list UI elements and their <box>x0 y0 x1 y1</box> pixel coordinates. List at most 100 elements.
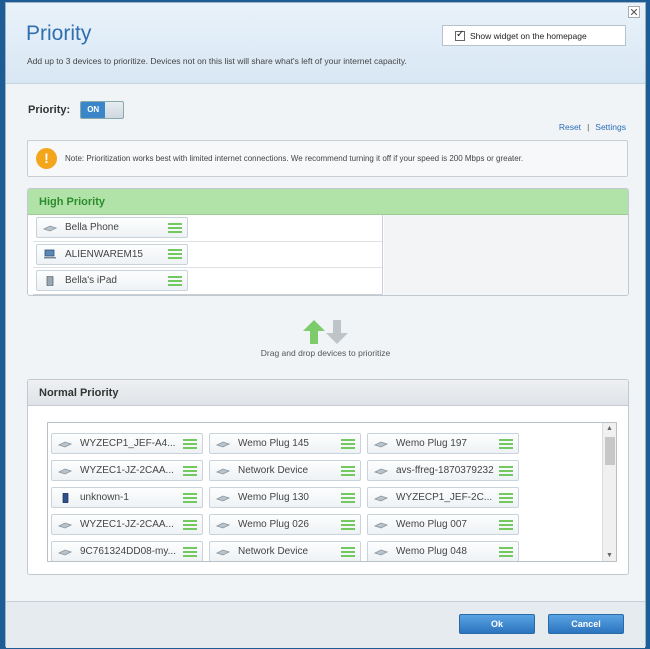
device-name: avs-ffreg-1870379232 <box>396 465 494 476</box>
device-chip[interactable]: Network Device <box>209 541 361 561</box>
normal-priority-title: Normal Priority <box>28 380 628 406</box>
action-links: Reset | Settings <box>559 122 626 132</box>
computer-icon <box>44 249 56 259</box>
dialog-footer: Ok Cancel <box>6 601 645 648</box>
drag-drop-hint: Drag and drop devices to prioritize <box>6 320 645 358</box>
device-icon <box>216 549 230 555</box>
ok-button[interactable]: Ok <box>459 614 535 634</box>
device-name: WYZEC1-JZ-2CAA... <box>80 519 174 530</box>
note-banner: ! Note: Prioritization works best with l… <box>27 140 628 177</box>
device-icon <box>216 441 230 447</box>
device-name: Wemo Plug 026 <box>238 519 309 530</box>
drag-handle-icon[interactable] <box>168 249 182 259</box>
show-widget-option[interactable]: Show widget on the homepage <box>442 25 626 46</box>
show-widget-checkbox[interactable] <box>455 29 465 41</box>
device-chip[interactable]: WYZECP1_JEF-A4... <box>51 433 203 454</box>
drag-handle-icon[interactable] <box>499 546 513 557</box>
arrow-down-icon <box>326 320 348 344</box>
device-chip[interactable]: avs-ffreg-1870379232 <box>367 460 519 481</box>
settings-link[interactable]: Settings <box>595 122 626 132</box>
drag-handle-icon[interactable] <box>341 492 355 503</box>
list-item: Bella's iPad <box>33 268 382 295</box>
drag-handle-icon[interactable] <box>341 519 355 530</box>
drag-handle-icon[interactable] <box>183 492 197 503</box>
scroll-down-icon[interactable]: ▼ <box>606 552 613 559</box>
device-icon <box>374 549 388 555</box>
drag-handle-icon[interactable] <box>183 465 197 476</box>
high-priority-empty-area <box>384 215 628 295</box>
device-chip[interactable]: ALIENWAREM15 <box>36 243 188 265</box>
device-name: WYZECP1_JEF-A4... <box>80 438 176 449</box>
high-priority-panel: High Priority Bella Phone ALIENWAREM15 B… <box>27 188 629 296</box>
device-chip[interactable]: Wemo Plug 145 <box>209 433 361 454</box>
list-scrollbar[interactable]: ▲ ▼ <box>602 423 616 561</box>
device-name: Wemo Plug 007 <box>396 519 467 530</box>
device-chip[interactable]: Wemo Plug 026 <box>209 514 361 535</box>
page-subtitle: Add up to 3 devices to prioritize. Devic… <box>27 56 407 66</box>
drag-handle-icon[interactable] <box>341 465 355 476</box>
normal-priority-panel: Normal Priority ▲ ▼ WYZECP1_JEF-A4... Wem… <box>27 379 629 575</box>
device-chip[interactable]: Wemo Plug 197 <box>367 433 519 454</box>
drag-handle-icon[interactable] <box>183 546 197 557</box>
device-chip[interactable]: unknown-1 <box>51 487 203 508</box>
page-title: Priority <box>26 22 92 45</box>
device-chip[interactable]: Bella Phone <box>36 217 188 238</box>
show-widget-label: Show widget on the homepage <box>470 30 587 41</box>
device-name: Bella Phone <box>65 222 119 233</box>
drag-handle-icon[interactable] <box>499 465 513 476</box>
drag-handle-icon[interactable] <box>499 438 513 449</box>
drag-handle-icon[interactable] <box>341 546 355 557</box>
device-chip[interactable]: Wemo Plug 007 <box>367 514 519 535</box>
device-chip[interactable]: WYZECP1_JEF-2C... <box>367 487 519 508</box>
device-chip[interactable]: 9C761324DD08-my... <box>51 541 203 561</box>
drag-handle-icon[interactable] <box>168 275 182 286</box>
device-name: Bella's iPad <box>65 275 117 286</box>
device-chip[interactable]: WYZEC1-JZ-2CAA... <box>51 460 203 481</box>
drag-handle-icon[interactable] <box>183 519 197 530</box>
device-name: Wemo Plug 048 <box>396 546 467 557</box>
drag-handle-icon[interactable] <box>499 492 513 503</box>
high-priority-list: Bella Phone ALIENWAREM15 Bella's iPad <box>33 215 383 295</box>
close-icon[interactable]: ✕ <box>628 6 640 19</box>
list-item: Bella Phone <box>33 215 382 242</box>
high-priority-body: Bella Phone ALIENWAREM15 Bella's iPad <box>28 215 628 295</box>
tablet-icon <box>46 275 54 286</box>
device-icon <box>58 441 72 447</box>
device-name: WYZECP1_JEF-2C... <box>396 492 493 503</box>
device-name: WYZEC1-JZ-2CAA... <box>80 465 174 476</box>
device-chip[interactable]: Wemo Plug 048 <box>367 541 519 561</box>
cancel-button[interactable]: Cancel <box>548 614 624 634</box>
scroll-up-icon[interactable]: ▲ <box>606 425 613 432</box>
scroll-thumb[interactable] <box>605 437 615 465</box>
device-icon <box>58 468 72 474</box>
device-name: Wemo Plug 197 <box>396 438 467 449</box>
device-icon <box>58 549 72 555</box>
device-name: unknown-1 <box>80 492 129 503</box>
device-icon <box>58 522 72 528</box>
priority-toggle[interactable]: ON <box>80 101 125 119</box>
drag-handle-icon[interactable] <box>183 438 197 449</box>
drag-handle-icon[interactable] <box>341 438 355 449</box>
device-icon <box>216 522 230 528</box>
dialog-header: Priority Add up to 3 devices to prioriti… <box>6 3 645 84</box>
device-chip[interactable]: Wemo Plug 130 <box>209 487 361 508</box>
list-item: ALIENWAREM15 <box>33 242 382 268</box>
drag-handle-icon[interactable] <box>499 519 513 530</box>
drag-drop-text: Drag and drop devices to prioritize <box>260 348 391 358</box>
device-icon <box>216 468 230 474</box>
reset-link[interactable]: Reset <box>559 122 581 132</box>
drag-handle-icon[interactable] <box>168 222 182 233</box>
priority-dialog: Priority Add up to 3 devices to prioriti… <box>5 2 646 648</box>
device-chip[interactable]: Bella's iPad <box>36 270 188 291</box>
device-name: Wemo Plug 130 <box>238 492 309 503</box>
device-icon <box>374 495 388 501</box>
device-name: Network Device <box>238 546 309 557</box>
note-text: Note: Prioritization works best with lim… <box>65 154 524 163</box>
device-chip[interactable]: WYZEC1-JZ-2CAA... <box>51 514 203 535</box>
device-chip[interactable]: Network Device <box>209 460 361 481</box>
device-icon <box>374 441 388 447</box>
device-name: Wemo Plug 145 <box>238 438 309 449</box>
device-icon <box>374 468 388 474</box>
phone-icon <box>62 492 69 503</box>
normal-priority-list[interactable]: ▲ ▼ WYZECP1_JEF-A4... Wemo Plug 145 Wemo P… <box>47 422 617 562</box>
